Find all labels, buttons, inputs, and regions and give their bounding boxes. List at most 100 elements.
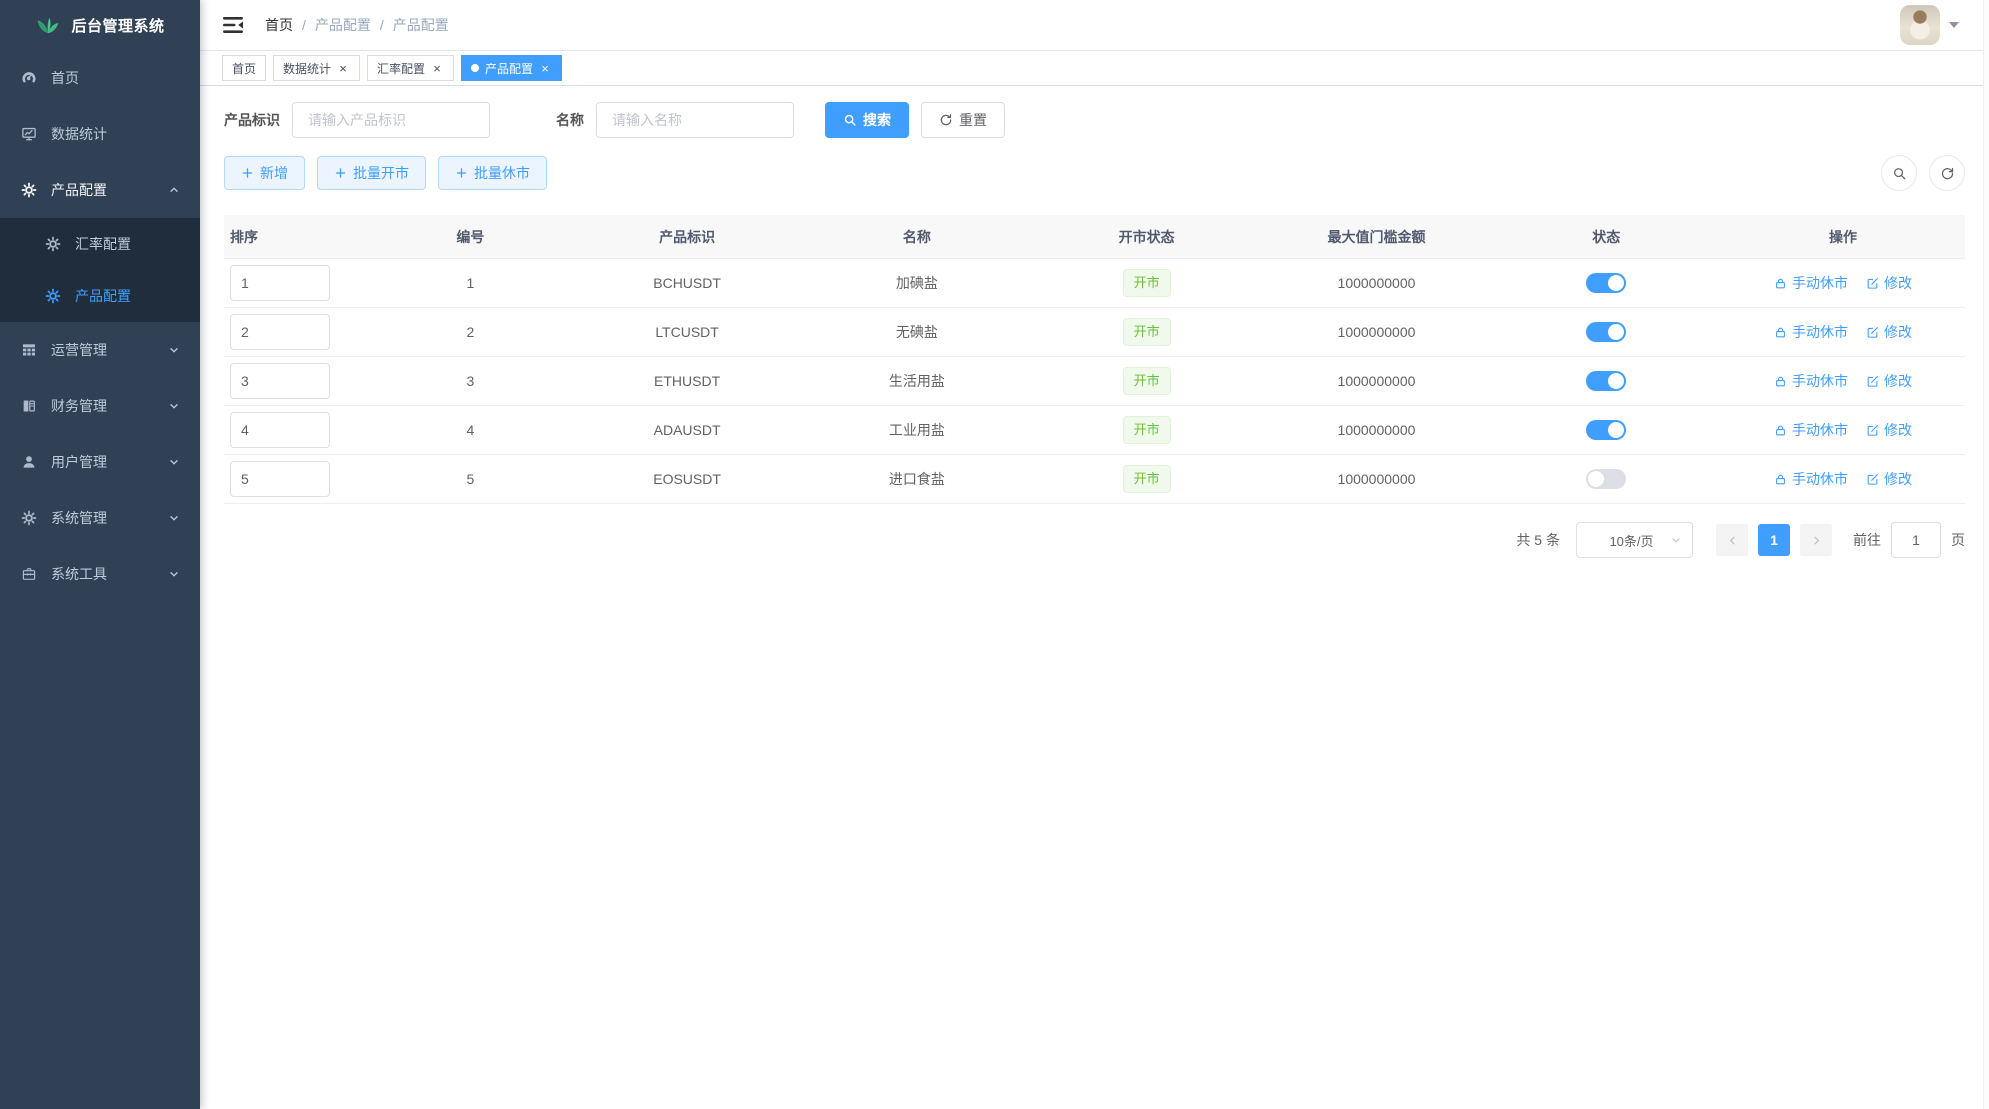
active-dot: [471, 64, 479, 72]
breadcrumb-item[interactable]: 产品配置: [315, 15, 371, 35]
page-size-select[interactable]: 10条/页: [1576, 522, 1693, 558]
lock-icon: [1774, 375, 1787, 388]
edit-link[interactable]: 修改: [1866, 273, 1912, 293]
table-refresh-button[interactable]: [1929, 155, 1965, 191]
sidebar-item[interactable]: 运营管理: [0, 322, 200, 378]
edit-link[interactable]: 修改: [1866, 420, 1912, 440]
column-header: 排序: [224, 227, 369, 247]
topbar: 首页 / 产品配置 / 产品配置: [200, 0, 1989, 51]
sort-input[interactable]: [230, 461, 330, 497]
sidebar-item[interactable]: 用户管理: [0, 434, 200, 490]
filter-bar: 产品标识 名称 搜索 重置: [224, 102, 1965, 138]
chevron-down-icon: [168, 400, 180, 412]
row-name: 工业用盐: [802, 420, 1032, 440]
scrollbar-gutter[interactable]: [1983, 0, 1989, 1109]
manual-close-link[interactable]: 手动休市: [1774, 420, 1848, 440]
caret-down-icon[interactable]: [1949, 22, 1959, 28]
sort-input[interactable]: [230, 314, 330, 350]
table-row: 1BCHUSDT加碘盐开市1000000000手动休市修改: [224, 259, 1965, 308]
column-header: 名称: [802, 227, 1032, 247]
lock-icon: [1774, 326, 1787, 339]
row-id: 1: [369, 275, 573, 291]
chevron-down-icon: [168, 344, 180, 356]
edit-icon: [1866, 375, 1879, 388]
batch-open-market-button[interactable]: 批量开市: [317, 156, 426, 190]
column-header: 产品标识: [572, 227, 802, 247]
sidebar-subitem[interactable]: 汇率配置: [0, 218, 200, 270]
sidebar-subitem[interactable]: 产品配置: [0, 270, 200, 322]
row-max-amount: 1000000000: [1262, 373, 1492, 389]
page-number-button[interactable]: 1: [1758, 524, 1790, 556]
status-toggle[interactable]: [1586, 420, 1626, 440]
edit-link[interactable]: 修改: [1866, 322, 1912, 342]
close-icon[interactable]: ×: [336, 61, 350, 75]
user-avatar[interactable]: [1900, 5, 1940, 45]
submenu: 汇率配置产品配置: [0, 218, 200, 322]
manual-close-link[interactable]: 手动休市: [1774, 371, 1848, 391]
name-input[interactable]: [596, 102, 794, 138]
view-tab[interactable]: 汇率配置×: [367, 55, 454, 81]
add-button[interactable]: 新增: [224, 156, 305, 190]
view-tab[interactable]: 首页: [222, 55, 266, 81]
edit-icon: [1866, 424, 1879, 437]
sidebar-item[interactable]: 财务管理: [0, 378, 200, 434]
row-symbol: LTCUSDT: [572, 324, 802, 340]
row-symbol: ETHUSDT: [572, 373, 802, 389]
row-max-amount: 1000000000: [1262, 324, 1492, 340]
row-name: 无碘盐: [802, 322, 1032, 342]
sidebar-item[interactable]: 系统工具: [0, 546, 200, 602]
status-toggle[interactable]: [1586, 371, 1626, 391]
topbar-right: [1900, 5, 1959, 45]
breadcrumb-separator: /: [380, 17, 384, 33]
sort-input[interactable]: [230, 265, 330, 301]
table-header-row: 排序编号产品标识名称开市状态最大值门槛金额状态操作: [224, 215, 1965, 259]
chevron-down-icon: [168, 456, 180, 468]
row-max-amount: 1000000000: [1262, 471, 1492, 487]
row-id: 3: [369, 373, 573, 389]
edit-link[interactable]: 修改: [1866, 469, 1912, 489]
status-toggle[interactable]: [1586, 273, 1626, 293]
next-page-button[interactable]: [1800, 524, 1832, 556]
batch-close-market-button[interactable]: 批量休市: [438, 156, 547, 190]
manual-close-link[interactable]: 手动休市: [1774, 273, 1848, 293]
status-toggle[interactable]: [1586, 469, 1626, 489]
breadcrumb-current: 产品配置: [393, 15, 449, 35]
view-tab[interactable]: 产品配置×: [461, 55, 562, 81]
prev-page-button[interactable]: [1716, 524, 1748, 556]
sidebar-item[interactable]: 数据统计: [0, 106, 200, 162]
table-row: 3ETHUSDT生活用盐开市1000000000手动休市修改: [224, 357, 1965, 406]
close-icon[interactable]: ×: [538, 61, 552, 75]
row-symbol: ADAUSDT: [572, 422, 802, 438]
logo-row[interactable]: 后台管理系统: [0, 0, 200, 50]
manual-close-link[interactable]: 手动休市: [1774, 469, 1848, 489]
row-id: 5: [369, 471, 573, 487]
product-id-input[interactable]: [292, 102, 490, 138]
gear-icon: [20, 182, 37, 198]
app-root: 后台管理系统 首页数据统计产品配置汇率配置产品配置运营管理财务管理用户管理系统管…: [0, 0, 1989, 1109]
close-icon[interactable]: ×: [430, 61, 444, 75]
sidebar-item[interactable]: 首页: [0, 50, 200, 106]
sort-input[interactable]: [230, 412, 330, 448]
search-button[interactable]: 搜索: [825, 102, 909, 138]
breadcrumb-home[interactable]: 首页: [265, 15, 293, 35]
plus-icon: [334, 166, 347, 180]
hamburger-icon[interactable]: [223, 16, 243, 34]
sort-input[interactable]: [230, 363, 330, 399]
reset-button[interactable]: 重置: [921, 102, 1005, 138]
user-icon: [20, 454, 37, 470]
refresh-icon: [939, 113, 953, 127]
plus-icon: [455, 166, 468, 180]
column-header: 状态: [1491, 227, 1721, 247]
sidebar-item[interactable]: 产品配置: [0, 162, 200, 218]
gear-icon: [44, 288, 61, 304]
view-tab[interactable]: 数据统计×: [273, 55, 360, 81]
row-name: 进口食盐: [802, 469, 1032, 489]
manual-close-link[interactable]: 手动休市: [1774, 322, 1848, 342]
status-toggle[interactable]: [1586, 322, 1626, 342]
sidebar-item[interactable]: 系统管理: [0, 490, 200, 546]
table-search-toggle-button[interactable]: [1881, 155, 1917, 191]
dashboard-icon: [20, 70, 37, 86]
edit-icon: [1866, 277, 1879, 290]
edit-link[interactable]: 修改: [1866, 371, 1912, 391]
goto-page-input[interactable]: [1891, 522, 1941, 558]
